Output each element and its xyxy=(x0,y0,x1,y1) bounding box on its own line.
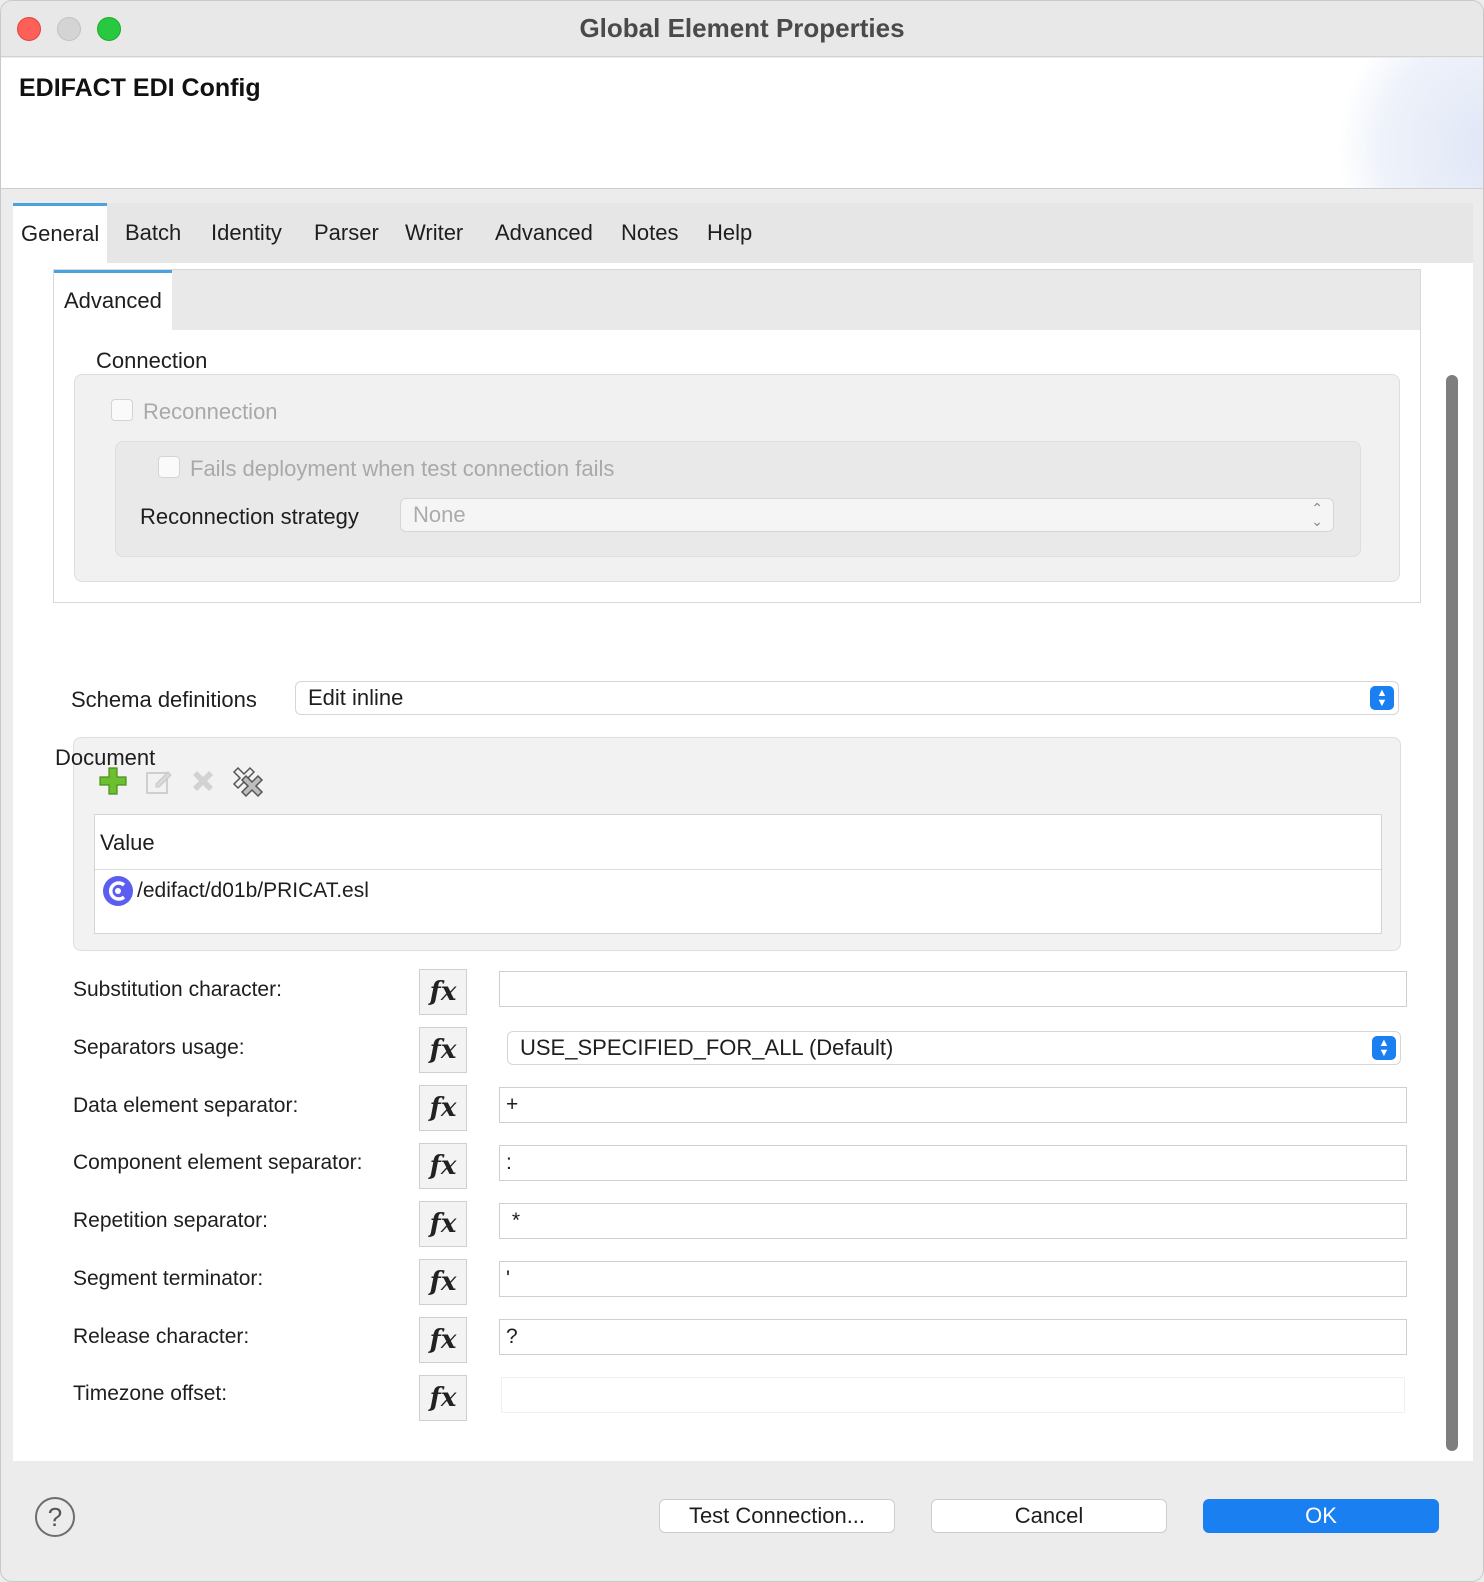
schema-definitions-label: Schema definitions xyxy=(71,687,257,712)
tab-help[interactable]: Help xyxy=(699,203,760,263)
reconnection-checkbox[interactable] xyxy=(111,399,133,421)
vertical-scrollbar[interactable] xyxy=(1445,375,1459,1461)
timezone-offset-input[interactable] xyxy=(501,1377,1405,1413)
repetition-separator-label: Repetition separator: xyxy=(73,1209,268,1232)
data-element-fx-button[interactable]: fx xyxy=(419,1085,467,1131)
release-character-label: Release character: xyxy=(73,1325,250,1348)
advanced-subtab-panel: Advanced Connection Reconnection Fails d… xyxy=(53,269,1421,603)
repetition-separator-input[interactable]: * xyxy=(499,1203,1407,1239)
segment-terminator-fx-button[interactable]: fx xyxy=(419,1259,467,1305)
ok-button[interactable]: OK xyxy=(1203,1499,1439,1533)
schema-file-icon xyxy=(103,876,133,906)
updown-chevron-icon: ▲ ▼ xyxy=(1370,686,1394,710)
schema-definitions-value: Edit inline xyxy=(308,685,404,710)
config-title: EDIFACT EDI Config xyxy=(19,74,261,102)
schema-definitions-select[interactable]: Edit inline ▲ ▼ xyxy=(295,681,1399,715)
help-icon[interactable]: ? xyxy=(35,1497,75,1537)
connection-section-label: Connection xyxy=(96,348,208,373)
cancel-button[interactable]: Cancel xyxy=(931,1499,1167,1533)
window-title: Global Element Properties xyxy=(579,13,905,43)
table-row[interactable]: /edifact/d01b/PRICAT.esl xyxy=(95,873,1381,909)
reconnection-strategy-value: None xyxy=(413,502,466,527)
reconnection-strategy-select[interactable]: None ⌃ ⌄ xyxy=(400,498,1334,532)
tab-general[interactable]: General xyxy=(13,203,108,263)
segment-terminator-input[interactable]: ' xyxy=(499,1261,1407,1297)
title-bar: Global Element Properties xyxy=(1,1,1483,57)
tab-writer[interactable]: Writer xyxy=(397,203,471,263)
repetition-fx-button[interactable]: fx xyxy=(419,1201,467,1247)
document-group: Value /edifact/d01b/PRICAT.esl xyxy=(73,737,1401,951)
tab-batch[interactable]: Batch xyxy=(117,203,189,263)
updown-chevron-icon: ⌃ ⌄ xyxy=(1311,500,1323,529)
document-table: Value /edifact/d01b/PRICAT.esl xyxy=(94,814,1382,934)
fails-deployment-label: Fails deployment when test connection fa… xyxy=(190,456,615,481)
separators-usage-value: USE_SPECIFIED_FOR_ALL (Default) xyxy=(520,1035,894,1060)
release-character-fx-button[interactable]: fx xyxy=(419,1317,467,1363)
separators-usage-label: Separators usage: xyxy=(73,1036,245,1059)
segment-terminator-label: Segment terminator: xyxy=(73,1267,264,1290)
component-element-separator-input[interactable]: : xyxy=(499,1145,1407,1181)
component-element-separator-label: Component element separator: xyxy=(73,1151,363,1174)
document-label: Document xyxy=(55,745,156,770)
tab-identity[interactable]: Identity xyxy=(203,203,290,263)
release-character-input[interactable]: ? xyxy=(499,1319,1407,1355)
connection-group: Reconnection Fails deployment when test … xyxy=(74,374,1400,582)
reconnection-strategy-label: Reconnection strategy xyxy=(140,504,359,529)
substitution-character-label: Substitution character: xyxy=(73,978,282,1001)
delete-icon[interactable] xyxy=(188,766,218,796)
tab-parser[interactable]: Parser xyxy=(306,203,387,263)
component-element-fx-button[interactable]: fx xyxy=(419,1143,467,1189)
delete-all-icon[interactable] xyxy=(230,764,264,798)
tab-bar: General Batch Identity Parser Writer Adv… xyxy=(13,203,1473,263)
scrollbar-thumb[interactable] xyxy=(1446,375,1458,1451)
data-element-separator-input[interactable]: + xyxy=(499,1087,1407,1123)
tab-advanced[interactable]: Advanced xyxy=(487,203,601,263)
document-value: /edifact/d01b/PRICAT.esl xyxy=(137,879,369,902)
value-column-header[interactable]: Value xyxy=(95,815,1381,870)
separators-usage-fx-button[interactable]: fx xyxy=(419,1027,467,1073)
substitution-fx-button[interactable]: fx xyxy=(419,969,467,1015)
reconnection-label: Reconnection xyxy=(143,399,278,424)
timezone-offset-fx-button[interactable]: fx xyxy=(419,1375,467,1421)
tab-notes[interactable]: Notes xyxy=(613,203,686,263)
substitution-character-input[interactable] xyxy=(499,971,1407,1007)
test-connection-button[interactable]: Test Connection... xyxy=(659,1499,895,1533)
fails-deployment-checkbox[interactable] xyxy=(158,456,180,478)
subtab-advanced[interactable]: Advanced xyxy=(54,270,172,330)
updown-chevron-icon: ▲ ▼ xyxy=(1372,1036,1396,1060)
header-banner: EDIFACT EDI Config xyxy=(1,58,1483,189)
subtab-bar: Advanced xyxy=(54,270,1420,330)
banner-decoration xyxy=(1313,58,1483,188)
dialog-window: Global Element Properties EDIFACT EDI Co… xyxy=(0,0,1484,1582)
reconnection-group: Fails deployment when test connection fa… xyxy=(115,441,1361,557)
data-element-separator-label: Data element separator: xyxy=(73,1094,299,1117)
separators-usage-select[interactable]: USE_SPECIFIED_FOR_ALL (Default) ▲ ▼ xyxy=(507,1031,1401,1065)
general-tab-panel: Advanced Connection Reconnection Fails d… xyxy=(13,263,1473,1461)
timezone-offset-label: Timezone offset: xyxy=(73,1382,228,1405)
